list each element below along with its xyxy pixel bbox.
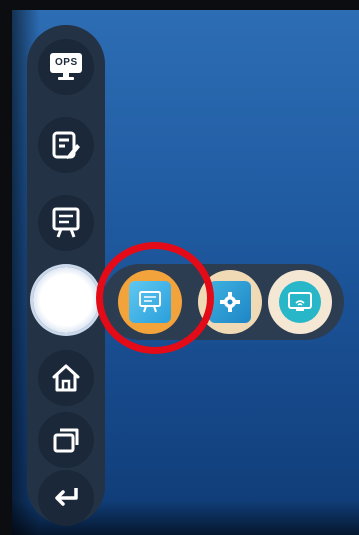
side-toolbar: OPS [27, 25, 105, 526]
gear-app-icon [209, 281, 251, 323]
ops-monitor-icon: OPS [49, 52, 83, 82]
home-button[interactable] [38, 350, 94, 406]
whiteboard-icon [51, 207, 81, 239]
floating-menu-button[interactable] [33, 267, 99, 333]
screen-share-app-button[interactable] [268, 270, 332, 334]
note-pencil-icon [51, 130, 81, 160]
windows-stack-icon [51, 425, 81, 455]
note-button[interactable] [38, 117, 94, 173]
whiteboard-app-icon [129, 281, 171, 323]
ops-label: OPS [55, 57, 78, 68]
multitask-button[interactable] [38, 412, 94, 468]
app-submenu [102, 264, 344, 340]
wireless-display-icon [279, 281, 321, 323]
display-screen: OPS [12, 10, 359, 535]
whiteboard-app-button[interactable] [118, 270, 182, 334]
back-arrow-icon [52, 486, 80, 510]
whiteboard-button[interactable] [38, 195, 94, 251]
ops-button[interactable]: OPS [38, 39, 94, 95]
back-button[interactable] [38, 470, 94, 526]
settings-app-button[interactable] [198, 270, 262, 334]
home-icon [51, 363, 81, 393]
